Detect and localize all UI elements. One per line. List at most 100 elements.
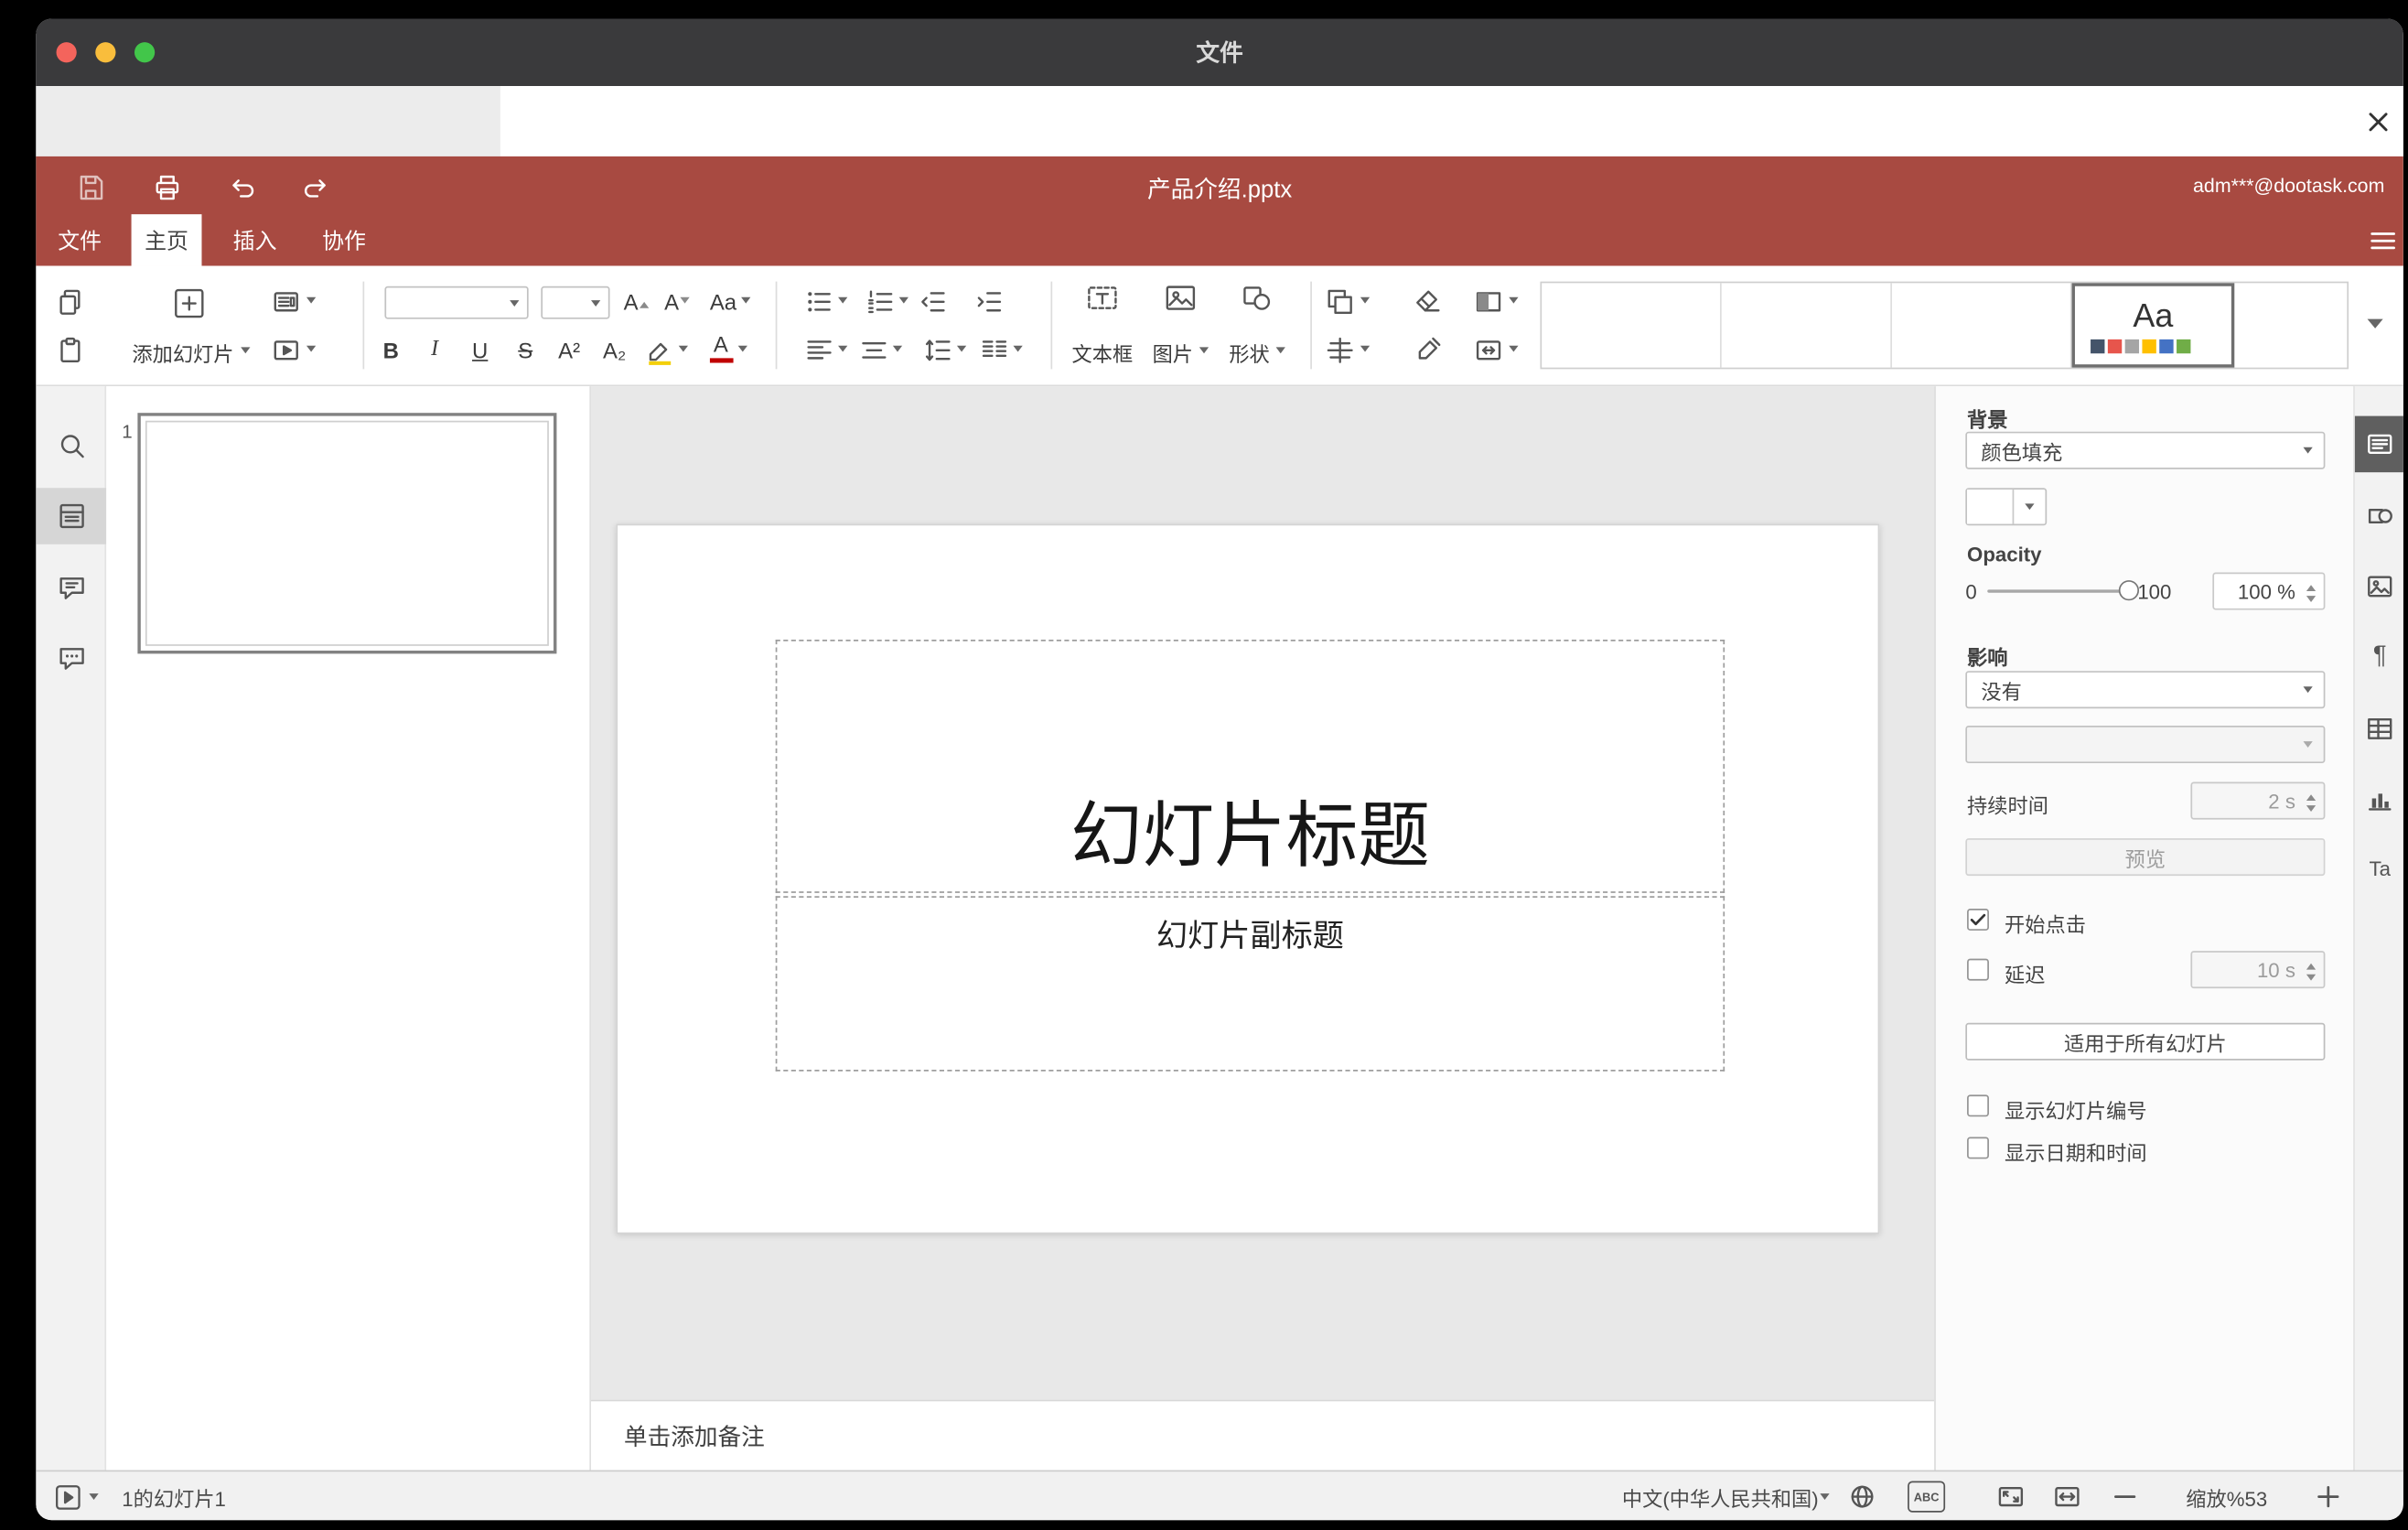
start-on-click-checkbox[interactable] [1967,908,1989,931]
insert-textbox-label[interactable]: 文本框 [1056,338,1150,367]
maximize-traffic-light[interactable] [134,42,156,63]
zoom-out-button[interactable] [2110,1482,2141,1513]
chevron-down-icon[interactable] [89,1493,99,1504]
background-fill-select[interactable]: 颜色填充 [1965,431,2326,469]
opacity-slider-track[interactable] [1987,589,2129,593]
search-button[interactable] [36,417,106,474]
textart-settings-button[interactable]: Ta [2355,840,2403,897]
bullet-list-button[interactable] [803,286,834,318]
language-selector[interactable]: 中文(中华人民共和国) [1622,1471,1819,1520]
copy-style-button[interactable] [1412,335,1443,366]
line-spacing-button[interactable] [922,335,953,366]
chevron-down-icon[interactable] [1820,1493,1830,1504]
arrange-shape-button[interactable] [1325,286,1356,318]
subscript-button[interactable]: A₂ [597,335,632,366]
start-slideshow-button[interactable] [271,335,302,366]
slide-settings-button[interactable] [2354,415,2403,473]
chevron-down-icon[interactable] [1509,296,1519,308]
feedback-button[interactable] [36,630,106,687]
theme-item[interactable] [1892,283,2071,368]
chevron-down-icon[interactable] [1360,296,1371,308]
numbered-list-button[interactable] [865,286,896,318]
title-placeholder[interactable]: 幻灯片标题 [775,640,1725,893]
chevron-down-icon[interactable] [306,345,317,357]
bold-button[interactable]: B [373,335,408,366]
tab-home[interactable]: 主页 [131,214,202,266]
increase-font-button[interactable]: A [618,286,655,318]
spinner-arrows[interactable] [2306,790,2317,816]
image-settings-button[interactable] [2355,558,2403,615]
show-slide-number-checkbox[interactable] [1967,1094,1989,1117]
insert-shape-button[interactable] [1239,280,1276,318]
chevron-down-icon[interactable] [306,296,317,308]
underline-button[interactable]: U [463,335,498,366]
tab-file[interactable]: 文件 [46,214,114,265]
background-color-picker[interactable] [1965,488,2048,526]
effect-select[interactable]: 没有 [1965,671,2326,709]
chevron-down-icon[interactable] [678,345,688,357]
copy-button[interactable] [55,286,86,318]
close-traffic-light[interactable] [56,42,77,63]
slide-editing-area[interactable]: 幻灯片标题 幻灯片副标题 [616,523,1880,1234]
chevron-down-icon[interactable] [1013,345,1023,357]
chevron-down-icon[interactable] [892,345,903,357]
decrease-indent-button[interactable] [918,286,949,318]
slides-panel-button[interactable] [36,488,107,544]
spinner-arrows[interactable] [2306,959,2317,986]
slide-thumbnail-1[interactable] [137,413,557,654]
theme-gallery-expand-button[interactable] [2360,309,2391,340]
decrease-font-button[interactable]: A [659,286,696,318]
table-settings-button[interactable] [2355,701,2403,758]
color-scheme-button[interactable] [1473,286,1504,318]
insert-image-label[interactable]: 图片 [1140,338,1221,367]
font-size-combo[interactable] [541,286,610,319]
slide-layout-button[interactable] [271,286,302,318]
notes-area[interactable]: 单击添加备注 [591,1399,1935,1471]
spellcheck-button[interactable]: ABC [1905,1481,1949,1513]
add-slide-label-button[interactable]: 添加幻灯片 [125,338,257,367]
menu-button[interactable] [2366,223,2401,258]
spinner-arrows[interactable] [2306,580,2317,607]
strikethrough-button[interactable]: S [508,335,543,366]
show-date-time-checkbox[interactable] [1967,1137,1989,1159]
apply-to-all-slides-button[interactable]: 适用于所有幻灯片 [1965,1022,2326,1061]
delay-checkbox[interactable] [1967,958,1989,981]
columns-button[interactable] [979,335,1010,366]
start-preview-button[interactable] [51,1482,82,1513]
add-slide-button[interactable] [170,285,208,322]
horizontal-align-button[interactable] [803,335,834,366]
minimize-traffic-light[interactable] [95,42,116,63]
effect-type-select[interactable] [1965,726,2326,764]
chevron-down-icon[interactable] [1360,345,1371,357]
chevron-down-icon[interactable] [737,345,747,357]
document-language-button[interactable] [1846,1482,1877,1513]
theme-item-selected[interactable]: Aa [2070,283,2235,368]
clear-style-button[interactable] [1412,286,1443,318]
insert-textbox-button[interactable] [1083,280,1121,318]
superscript-button[interactable]: A² [552,335,586,366]
change-case-button[interactable]: Aa [701,286,760,318]
comments-button[interactable] [36,560,106,617]
tab-collaboration[interactable]: 协作 [308,214,381,265]
vertical-align-button[interactable] [858,335,889,366]
zoom-in-button[interactable] [2313,1482,2344,1513]
chevron-down-icon[interactable] [838,296,848,308]
delay-spinner[interactable]: 10 s [2190,951,2326,989]
increase-indent-button[interactable] [974,286,1005,318]
chevron-down-icon[interactable] [898,296,908,308]
insert-shape-label[interactable]: 形状 [1217,338,1298,367]
italic-button[interactable]: I [417,335,452,366]
chevron-down-icon[interactable] [1509,345,1519,357]
subtitle-placeholder[interactable]: 幻灯片副标题 [775,896,1725,1072]
highlight-color-button[interactable] [644,335,675,366]
opacity-slider-thumb[interactable] [2118,580,2140,601]
font-name-combo[interactable] [384,286,529,319]
duration-spinner[interactable]: 2 s [2190,781,2326,820]
shape-settings-button[interactable] [2355,488,2403,544]
paste-button[interactable] [55,335,86,366]
font-color-button[interactable]: A [704,331,738,363]
slide-size-button[interactable] [1473,335,1504,366]
theme-item[interactable] [2235,283,2348,367]
fit-to-slide-button[interactable] [1995,1482,2026,1513]
chevron-down-icon[interactable] [838,345,848,357]
